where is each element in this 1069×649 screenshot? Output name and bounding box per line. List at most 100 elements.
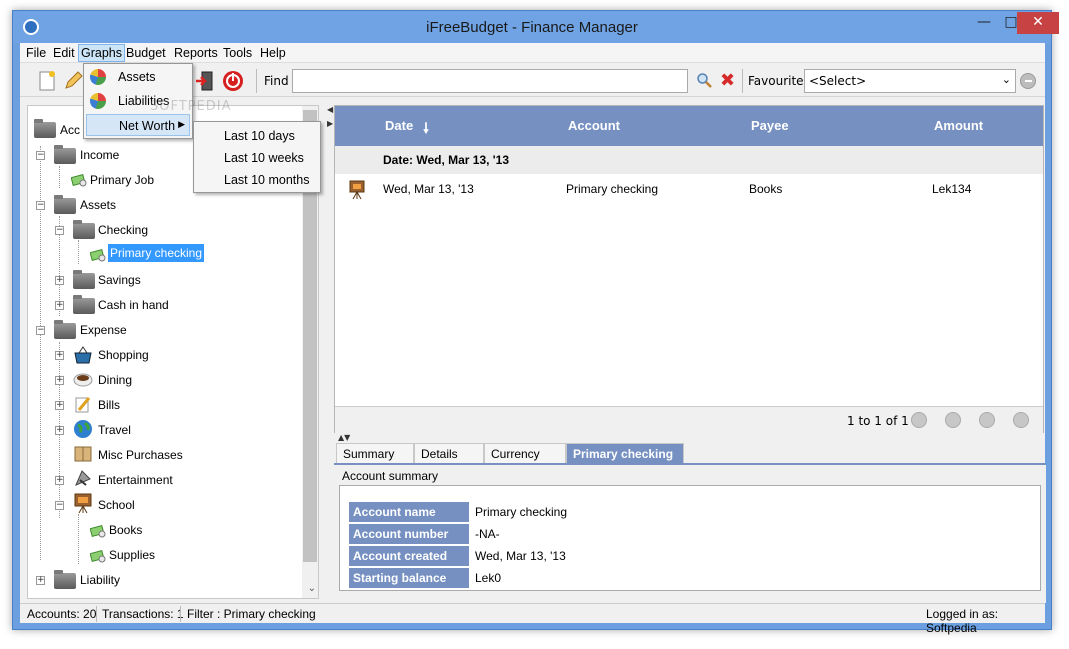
- previous-page-icon[interactable]: [945, 412, 961, 428]
- tree-expand-toggle[interactable]: +: [55, 476, 64, 485]
- tab-summary[interactable]: Summary: [336, 443, 414, 463]
- tree-collapse-toggle[interactable]: −: [36, 151, 45, 160]
- menu-file[interactable]: File: [24, 45, 48, 61]
- tree-expand-toggle[interactable]: +: [55, 401, 64, 410]
- find-label: Find: [264, 74, 289, 88]
- menu-help[interactable]: Help: [258, 45, 288, 61]
- menu-item-net-worth[interactable]: Net Worth ▶: [86, 114, 190, 136]
- menu-item-assets[interactable]: Assets: [86, 66, 190, 88]
- tree-node-label: Liability: [80, 573, 121, 587]
- column-amount[interactable]: Amount: [934, 118, 983, 133]
- tree-node-income[interactable]: Income: [80, 148, 119, 162]
- exit-door-icon[interactable]: [194, 70, 216, 92]
- search-icon[interactable]: [696, 72, 712, 88]
- column-date[interactable]: Date: [385, 118, 413, 133]
- tree-expand-toggle[interactable]: +: [36, 576, 45, 585]
- tree-expand-toggle[interactable]: +: [55, 426, 64, 435]
- edit-icon[interactable]: [62, 70, 84, 92]
- tree-node-primary-checking[interactable]: Primary checking: [108, 244, 205, 262]
- menu-reports[interactable]: Reports: [172, 45, 220, 61]
- tab-details[interactable]: Details: [414, 443, 484, 463]
- tree-node-liability[interactable]: Liability: [80, 573, 120, 587]
- tab-primary-checking[interactable]: Primary checking: [566, 443, 684, 463]
- account-money-icon: [71, 173, 87, 187]
- tree-expand-toggle[interactable]: +: [55, 301, 64, 310]
- menu-edit[interactable]: Edit: [51, 45, 77, 61]
- tree-node-label: Dining: [98, 373, 133, 387]
- minimize-button[interactable]: —: [969, 12, 999, 34]
- tree-collapse-toggle[interactable]: −: [36, 201, 45, 210]
- tree-collapse-toggle[interactable]: −: [36, 326, 45, 335]
- status-accounts: Accounts: 20: [27, 607, 97, 621]
- tree-expand-toggle[interactable]: +: [55, 276, 64, 285]
- tree-node-expense[interactable]: Expense: [80, 323, 127, 337]
- account-money-icon: [90, 248, 106, 262]
- column-account[interactable]: Account: [568, 118, 620, 133]
- tree-node-shopping[interactable]: Shopping: [98, 348, 149, 362]
- title-bar[interactable]: iFreeBudget - Finance Manager — □ ✕: [13, 11, 1059, 43]
- sort-arrow-icon[interactable]: 🠗: [423, 118, 429, 142]
- menu-item-last-10-months[interactable]: Last 10 months: [224, 173, 309, 187]
- menu-bar: File Edit Graphs Budget Reports Tools He…: [20, 43, 1045, 63]
- tree-node-assets[interactable]: Assets: [80, 198, 116, 212]
- tree-node-primary-job[interactable]: Primary Job: [90, 173, 154, 187]
- tree-node-bills[interactable]: Bills: [98, 398, 120, 412]
- power-icon[interactable]: [222, 70, 244, 92]
- tree-root[interactable]: Acc: [60, 123, 80, 137]
- toolbar-separator: [256, 69, 257, 93]
- menu-budget[interactable]: Budget: [124, 45, 168, 61]
- tree-node-cash-in-hand[interactable]: Cash in hand: [98, 298, 169, 312]
- tree-expand-toggle[interactable]: +: [55, 351, 64, 360]
- favourites-select[interactable]: <Select> ⌄: [804, 69, 1016, 93]
- column-payee[interactable]: Payee: [751, 118, 789, 133]
- summary-title: Account summary: [342, 469, 439, 483]
- date-group-row[interactable]: Date: Wed, Mar 13, '13: [335, 146, 1043, 174]
- splitter-expand-icon[interactable]: ▶: [327, 119, 333, 128]
- tree-node-label: Books: [109, 523, 143, 537]
- folder-icon: [73, 220, 95, 239]
- menu-graphs[interactable]: Graphs: [78, 44, 125, 62]
- tree-node-savings[interactable]: Savings: [98, 273, 141, 287]
- splitter-collapse-icon[interactable]: ◀: [327, 105, 333, 114]
- tree-node-checking[interactable]: Checking: [98, 223, 148, 237]
- favourites-label: Favourites: [748, 74, 810, 88]
- menu-item-last-10-weeks[interactable]: Last 10 weeks: [224, 151, 304, 165]
- tree-node-label: Expense: [80, 323, 127, 337]
- new-document-icon[interactable]: [36, 70, 58, 92]
- menu-item-label: Net Worth: [119, 119, 176, 133]
- folder-icon: [34, 119, 56, 138]
- chevron-down-icon[interactable]: ⌄: [308, 583, 316, 594]
- first-page-icon[interactable]: [911, 412, 927, 428]
- tree-node-label: Savings: [98, 273, 141, 287]
- menu-item-last-10-days[interactable]: Last 10 days: [224, 129, 295, 143]
- globe-icon: [74, 420, 92, 438]
- tree-node-label: Shopping: [98, 348, 149, 362]
- tree-node-entertainment[interactable]: Entertainment: [98, 473, 173, 487]
- tree-node-travel[interactable]: Travel: [98, 423, 131, 437]
- tree-node-dining[interactable]: Dining: [98, 373, 132, 387]
- tree-node-label: Cash in hand: [98, 298, 169, 312]
- tree-node-misc-purchases[interactable]: Misc Purchases: [98, 448, 183, 462]
- shopping-basket-icon: [74, 346, 92, 364]
- table-row[interactable]: Wed, Mar 13, '13 Primary checking Books …: [335, 174, 1043, 204]
- tree-node-books[interactable]: Books: [109, 523, 142, 537]
- clear-search-icon[interactable]: ✖: [720, 70, 735, 91]
- account-money-icon: [90, 549, 106, 563]
- tab-currency[interactable]: Currency: [484, 443, 566, 463]
- tree-node-school[interactable]: School: [98, 498, 135, 512]
- tree-collapse-toggle[interactable]: −: [55, 226, 64, 235]
- close-button[interactable]: ✕: [1017, 12, 1059, 34]
- find-input[interactable]: [292, 69, 688, 93]
- cell-date: Wed, Mar 13, '13: [383, 182, 474, 196]
- last-page-icon[interactable]: [1013, 412, 1029, 428]
- tree-expand-toggle[interactable]: +: [55, 376, 64, 385]
- splitter-up-icon[interactable]: ▲▼: [338, 433, 350, 442]
- menu-tools[interactable]: Tools: [221, 45, 254, 61]
- next-page-icon[interactable]: [979, 412, 995, 428]
- tree-collapse-toggle[interactable]: −: [55, 501, 64, 510]
- folder-icon: [54, 570, 76, 589]
- tree-node-supplies[interactable]: Supplies: [109, 548, 155, 562]
- tree-node-label: Supplies: [109, 548, 156, 562]
- window-title: iFreeBudget - Finance Manager: [426, 19, 638, 36]
- remove-favourite-icon[interactable]: [1020, 73, 1036, 89]
